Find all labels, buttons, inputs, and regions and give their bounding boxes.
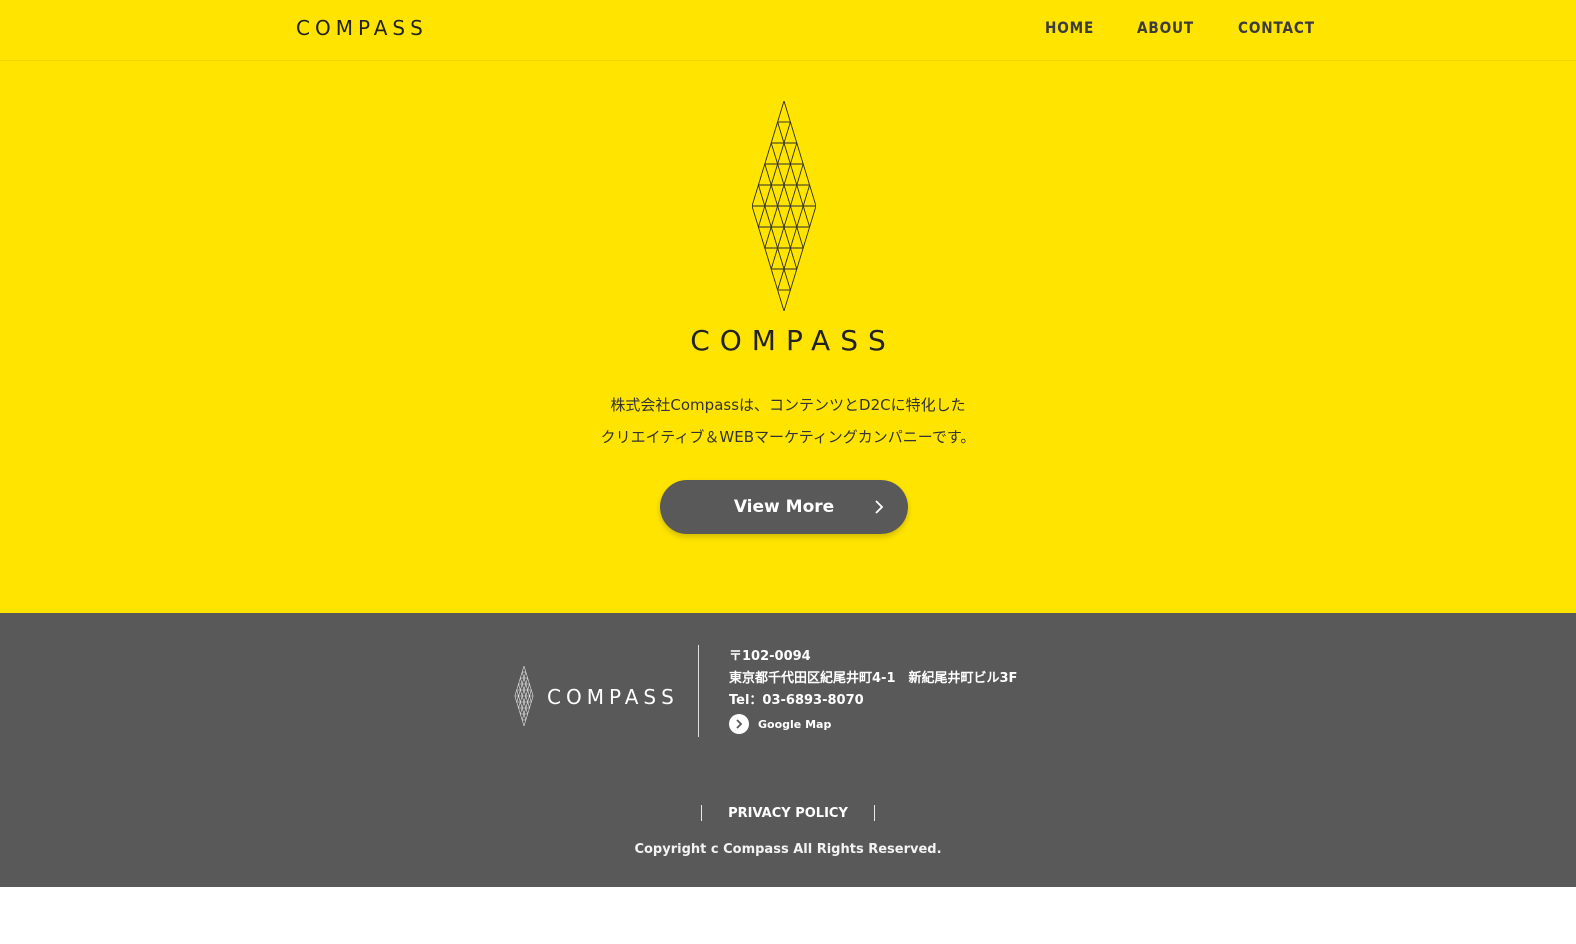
diamond-lattice-icon bbox=[752, 101, 816, 311]
privacy-policy-link[interactable]: PRIVACY POLICY bbox=[728, 806, 848, 821]
tagline-line-1: 株式会社Compassは、コンテンツとD2Cに特化した bbox=[610, 396, 966, 414]
view-more-button[interactable]: View More bbox=[660, 480, 908, 534]
nav-contact[interactable]: CONTACT bbox=[1238, 18, 1315, 37]
main-nav: HOME ABOUT CONTACT bbox=[1045, 18, 1328, 37]
view-more-label: View More bbox=[733, 497, 835, 517]
chevron-right-icon bbox=[875, 500, 884, 514]
postal-code: 〒102-0094 bbox=[729, 649, 811, 664]
hero-tagline: 株式会社Compassは、コンテンツとD2Cに特化した クリエイティブ＆WEBマ… bbox=[0, 389, 1576, 453]
nav-home[interactable]: HOME bbox=[1045, 18, 1094, 37]
copyright: Copyright c Compass All Rights Reserved. bbox=[634, 842, 942, 857]
hero-section: COMPASS 株式会社Compassは、コンテンツとD2Cに特化した クリエイ… bbox=[0, 61, 1576, 613]
diamond-lattice-icon bbox=[514, 666, 534, 726]
site-footer: COMPASS 〒102-0094 東京都千代田区紀尾井町4-1 新紀尾井町ビル… bbox=[0, 613, 1576, 887]
hero-logo-text: COMPASS bbox=[690, 324, 896, 357]
street-address: 東京都千代田区紀尾井町4-1 新紀尾井町ビル3F bbox=[729, 671, 1018, 686]
header-logo[interactable]: COMPASS bbox=[296, 16, 428, 40]
phone-number: Tel：03-6893-8070 bbox=[729, 693, 864, 708]
google-map-link[interactable]: Google Map bbox=[729, 714, 831, 734]
link-separator bbox=[874, 805, 876, 821]
nav-about[interactable]: ABOUT bbox=[1137, 18, 1194, 37]
footer-links: PRIVACY POLICY bbox=[0, 805, 1576, 821]
company-address: 〒102-0094 東京都千代田区紀尾井町4-1 新紀尾井町ビル3F Tel：0… bbox=[729, 646, 1017, 712]
link-separator bbox=[700, 805, 702, 821]
footer-divider bbox=[698, 645, 699, 737]
footer-logo-text[interactable]: COMPASS bbox=[547, 685, 679, 709]
site-header: COMPASS HOME ABOUT CONTACT bbox=[0, 0, 1576, 61]
tagline-line-2: クリエイティブ＆WEBマーケティングカンパニーです。 bbox=[600, 428, 976, 446]
chevron-right-circle-icon bbox=[729, 714, 749, 734]
google-map-label: Google Map bbox=[758, 717, 832, 731]
